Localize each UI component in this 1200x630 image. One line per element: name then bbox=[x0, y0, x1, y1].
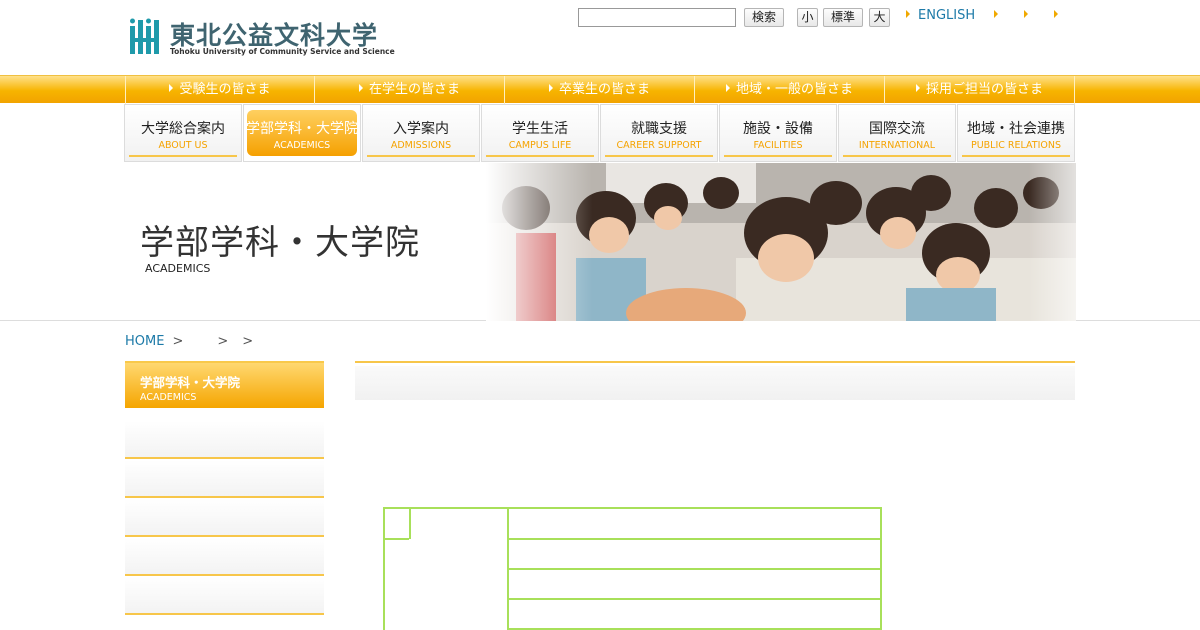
main-nav: 大学総合案内 ABOUT US 学部学科・大学院 ACADEMICS 入学案内 … bbox=[124, 104, 1076, 162]
nav-label-en: ABOUT US bbox=[158, 140, 208, 151]
nav-underline bbox=[129, 155, 237, 157]
table-divider bbox=[409, 509, 411, 539]
university-logo[interactable]: 東北公益文科大学 Tohoku University of Community … bbox=[128, 16, 395, 58]
sidebar-heading-en: ACADEMICS bbox=[140, 392, 197, 403]
nav-label-ja: 入学案内 bbox=[393, 121, 449, 137]
arrow-right-icon bbox=[1024, 10, 1028, 18]
arrow-right-icon bbox=[725, 84, 730, 92]
audience-label: 卒業生の皆さま bbox=[558, 82, 650, 97]
search-button[interactable]: 検索 bbox=[744, 8, 784, 27]
font-size-large-button[interactable]: 大 bbox=[869, 8, 890, 27]
sidebar-item-4[interactable] bbox=[125, 538, 324, 576]
page-banner: 学部学科・大学院 ACADEMICS bbox=[0, 163, 1200, 321]
nav-label-en: ACADEMICS bbox=[273, 140, 331, 151]
nav-international[interactable]: 国際交流 INTERNATIONAL bbox=[838, 104, 956, 162]
nav-label-en: ADMISSIONS bbox=[390, 140, 452, 151]
breadcrumb-separator: > bbox=[217, 334, 229, 349]
nav-label-ja: 地域・社会連携 bbox=[967, 121, 1065, 137]
nav-underline bbox=[724, 155, 832, 157]
page: 東北公益文科大学 Tohoku University of Community … bbox=[0, 0, 1200, 630]
arrow-right-icon bbox=[169, 84, 174, 92]
breadcrumb-home-link[interactable]: HOME bbox=[125, 334, 164, 349]
audience-alumni[interactable]: 卒業生の皆さま bbox=[505, 76, 695, 104]
nav-label-ja: 施設・設備 bbox=[743, 121, 813, 137]
nav-label-en: CAREER SUPPORT bbox=[616, 140, 702, 151]
nav-label-en: CAMPUS LIFE bbox=[508, 140, 572, 151]
nav-academics[interactable]: 学部学科・大学院 ACADEMICS bbox=[243, 104, 361, 162]
sidebar-item-5[interactable] bbox=[125, 577, 324, 615]
content-table bbox=[383, 507, 882, 630]
page-subtitle: ACADEMICS bbox=[145, 262, 211, 275]
nav-underline bbox=[605, 155, 713, 157]
sidebar-item-1[interactable] bbox=[125, 421, 324, 459]
top-link-2[interactable] bbox=[994, 8, 1006, 23]
breadcrumb-separator: > bbox=[242, 334, 254, 349]
table-divider bbox=[507, 598, 882, 600]
nav-underline bbox=[843, 155, 951, 157]
table-divider bbox=[385, 538, 409, 540]
nav-label-ja: 就職支援 bbox=[631, 121, 687, 137]
audience-prospective[interactable]: 受験生の皆さま bbox=[125, 76, 315, 104]
logo-subtext: Tohoku University of Community Service a… bbox=[170, 47, 395, 56]
arrow-right-icon bbox=[994, 10, 998, 18]
audience-label: 地域・一般の皆さま bbox=[735, 82, 853, 97]
nav-label-ja: 学部学科・大学院 bbox=[246, 121, 358, 137]
content-top-rule bbox=[355, 361, 1075, 363]
sidebar-heading[interactable]: 学部学科・大学院 ACADEMICS bbox=[125, 361, 324, 408]
nav-underline bbox=[962, 155, 1070, 157]
top-link-3[interactable] bbox=[1024, 8, 1036, 23]
content-heading bbox=[355, 366, 1075, 400]
audience-label: 受験生の皆さま bbox=[179, 82, 271, 97]
font-size-small-button[interactable]: 小 bbox=[797, 8, 818, 27]
nav-public-relations[interactable]: 地域・社会連携 PUBLIC RELATIONS bbox=[957, 104, 1075, 162]
arrow-right-icon bbox=[915, 84, 920, 92]
arrow-right-icon bbox=[548, 84, 553, 92]
nav-label-ja: 大学総合案内 bbox=[141, 121, 225, 137]
english-link-label: ENGLISH bbox=[918, 8, 976, 23]
arrow-right-icon bbox=[906, 10, 910, 18]
audience-community[interactable]: 地域・一般の皆さま bbox=[695, 76, 885, 104]
search-input[interactable] bbox=[578, 8, 736, 27]
sidebar-item-2[interactable] bbox=[125, 460, 324, 498]
breadcrumb-separator: > bbox=[172, 334, 184, 349]
nav-label-en: FACILITIES bbox=[753, 140, 803, 151]
breadcrumb: HOME > > > bbox=[125, 334, 259, 349]
logo-mark-icon bbox=[130, 18, 159, 54]
nav-underline bbox=[486, 155, 594, 157]
nav-label-en: PUBLIC RELATIONS bbox=[970, 140, 1062, 151]
audience-nav: 受験生の皆さま 在学生の皆さま 卒業生の皆さま 地域・一般の皆さま 採用ご担当の… bbox=[0, 75, 1200, 104]
table-divider bbox=[507, 538, 882, 540]
sidebar-item-3[interactable] bbox=[125, 499, 324, 537]
table-divider bbox=[507, 568, 882, 570]
nav-underline bbox=[367, 155, 475, 157]
arrow-right-icon bbox=[358, 84, 363, 92]
audience-current-students[interactable]: 在学生の皆さま bbox=[315, 76, 505, 104]
nav-facilities[interactable]: 施設・設備 FACILITIES bbox=[719, 104, 837, 162]
top-link-4[interactable] bbox=[1054, 8, 1066, 23]
classroom-photo bbox=[486, 163, 1076, 321]
nav-career-support[interactable]: 就職支援 CAREER SUPPORT bbox=[600, 104, 718, 162]
page-title: 学部学科・大学院 bbox=[140, 223, 420, 263]
audience-label: 採用ご担当の皆さま bbox=[925, 82, 1043, 97]
arrow-right-icon bbox=[1054, 10, 1058, 18]
nav-campus-life[interactable]: 学生生活 CAMPUS LIFE bbox=[481, 104, 599, 162]
nav-label-ja: 学生生活 bbox=[512, 121, 568, 137]
nav-about-us[interactable]: 大学総合案内 ABOUT US bbox=[124, 104, 242, 162]
audience-label: 在学生の皆さま bbox=[368, 82, 460, 97]
font-size-normal-button[interactable]: 標準 bbox=[823, 8, 863, 27]
nav-admissions[interactable]: 入学案内 ADMISSIONS bbox=[362, 104, 480, 162]
nav-label-en: INTERNATIONAL bbox=[858, 140, 936, 151]
audience-recruiters[interactable]: 採用ご担当の皆さま bbox=[885, 76, 1075, 104]
english-link[interactable]: ENGLISH bbox=[906, 8, 975, 23]
nav-label-ja: 国際交流 bbox=[869, 121, 925, 137]
sidebar-heading-ja: 学部学科・大学院 bbox=[140, 375, 241, 390]
